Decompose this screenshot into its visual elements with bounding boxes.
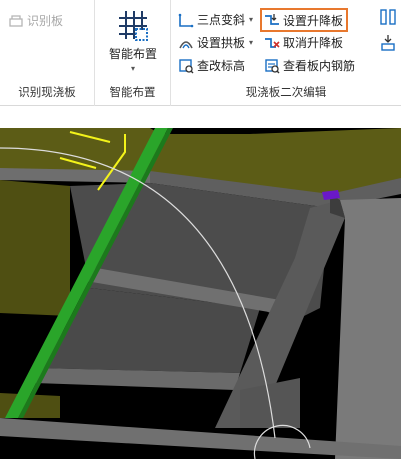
align-slab-icon[interactable] (379, 34, 397, 52)
smart-layout-button[interactable]: 智能布置 ▾ (99, 8, 167, 78)
cancel-raise-lower-icon (264, 35, 280, 51)
arch-slab-icon (178, 35, 194, 51)
3d-model-canvas (0, 128, 401, 459)
raise-lower-slab-icon (264, 12, 280, 28)
chevron-down-icon[interactable]: ▾ (249, 38, 253, 47)
smart-layout-label: 智能布置 (108, 47, 157, 61)
cancel-raise-lower-label: 取消升降板 (283, 36, 344, 50)
split-slab-icon[interactable] (379, 8, 397, 26)
arch-slab-label: 设置拱板 (197, 36, 246, 50)
grid-layout-icon (116, 8, 150, 42)
group-slab-edit: 三点变斜 ▾ 设置拱板 ▾ 查改标高 设置升降板 取消升降板 查看板内钢筋 现浇… (171, 0, 401, 106)
group-label-recognize: 识别现浇板 (18, 85, 76, 99)
raise-lower-slab-label: 设置升降板 (283, 13, 344, 28)
view-rebar-button[interactable]: 查看板内钢筋 (264, 57, 355, 74)
recognize-slab-icon (8, 13, 24, 29)
three-point-slope-label: 三点变斜 (197, 13, 246, 27)
arch-slab-button[interactable]: 设置拱板 ▾ (178, 34, 253, 51)
chevron-down-icon[interactable]: ▾ (131, 64, 135, 73)
group-smart-layout: 智能布置 ▾ 智能布置 (95, 0, 171, 106)
raise-lower-slab-button[interactable]: 设置升降板 (260, 8, 349, 32)
slab-left (0, 180, 70, 316)
elevation-button[interactable]: 查改标高 (178, 57, 245, 74)
ribbon-toolbar: 识别板 识别现浇板 智能布置 ▾ 智能布置 三点变斜 ▾ 设置拱板 ▾ 查改标高… (0, 0, 401, 106)
side-icon-column (379, 8, 397, 60)
view-rebar-icon (264, 58, 280, 74)
group-label-slab-edit: 现浇板二次编辑 (245, 85, 327, 99)
3d-viewport[interactable] (0, 128, 401, 459)
cancel-raise-lower-button[interactable]: 取消升降板 (264, 34, 343, 51)
view-rebar-label: 查看板内钢筋 (283, 59, 356, 73)
recognize-slab-label: 识别板 (27, 14, 64, 28)
recognize-slab-button[interactable]: 识别板 (8, 12, 63, 29)
group-label-smart-layout: 智能布置 (109, 85, 156, 99)
wall-right (335, 198, 401, 459)
three-point-slope-button[interactable]: 三点变斜 ▾ (178, 11, 253, 28)
three-point-slope-icon (178, 12, 194, 28)
elevation-icon (178, 58, 194, 74)
group-recognize-slab: 识别板 识别现浇板 (0, 0, 95, 106)
elevation-label: 查改标高 (197, 59, 246, 73)
chevron-down-icon[interactable]: ▾ (249, 15, 253, 24)
